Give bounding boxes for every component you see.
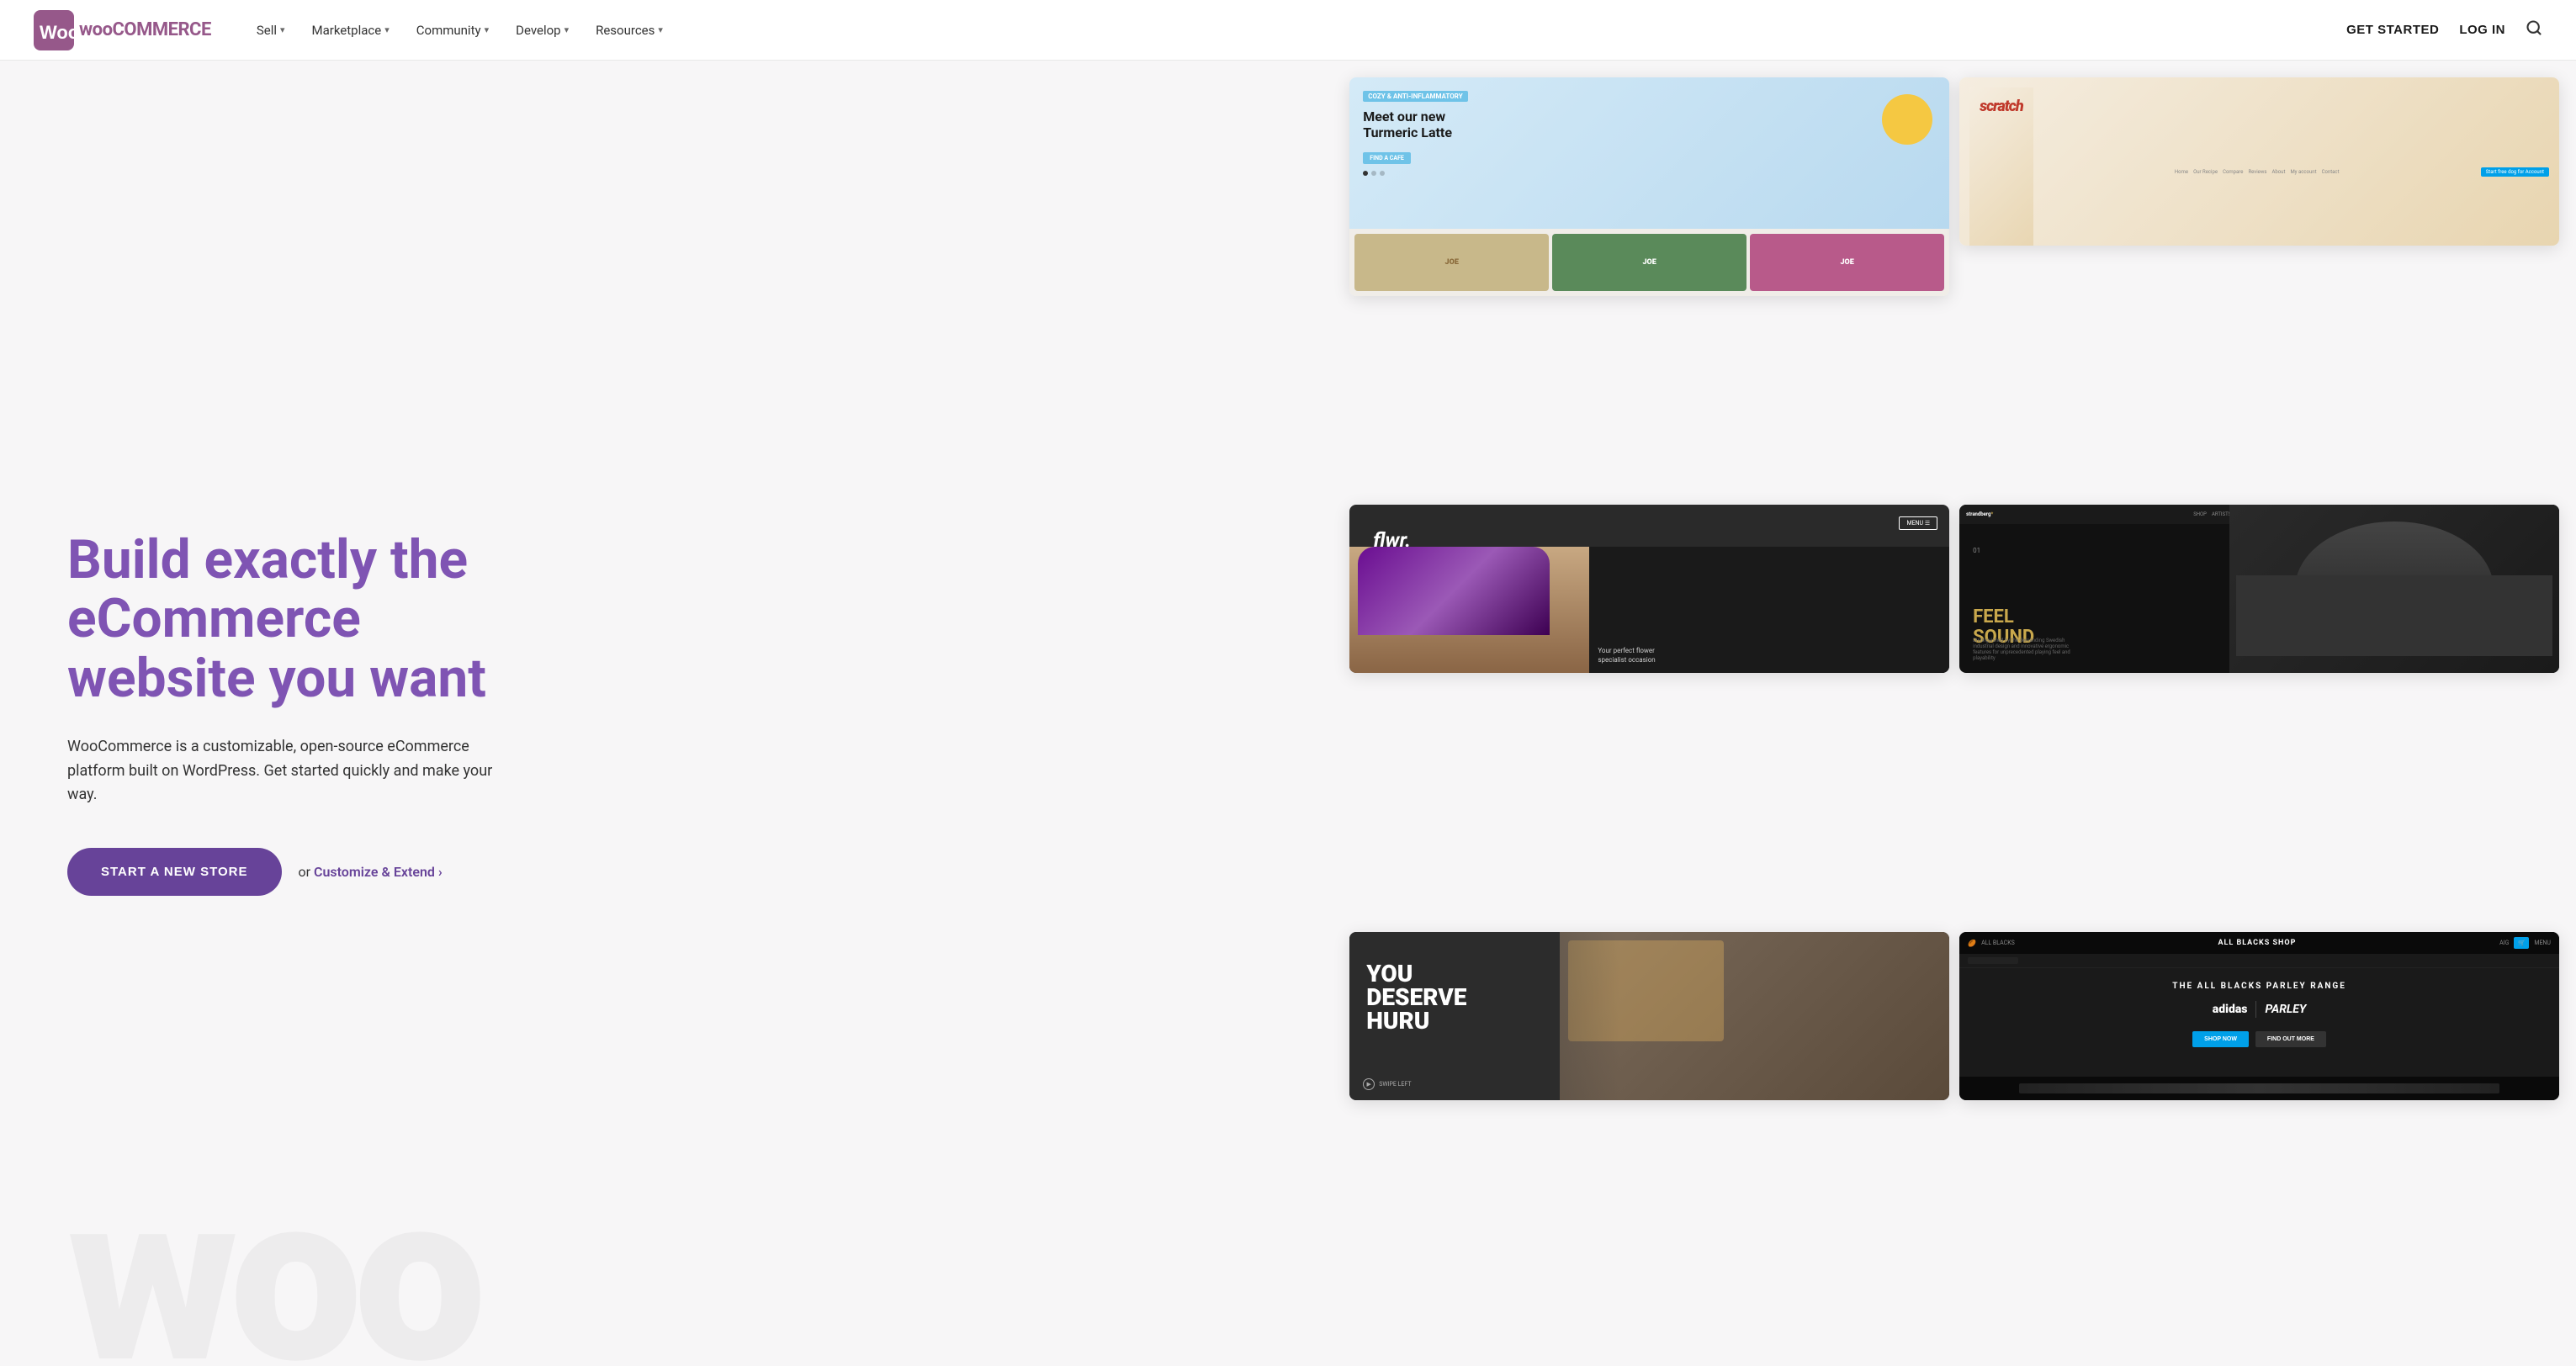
- screenshot-allblacks[interactable]: 🏉 ALL BLACKS ALL BLACKS SHOP AIG 🛒 MENU: [1959, 932, 2559, 1100]
- screenshot-turmeric[interactable]: COZY & ANTI-INFLAMMATORY Meet our newTur…: [1349, 77, 1949, 296]
- nav-item-sell[interactable]: Sell ▾: [245, 16, 297, 45]
- strandberg-nav-number: 01: [1973, 547, 1980, 554]
- main-nav: Woo wooCOMMERCE Sell ▾ Marketplace ▾ Com…: [0, 0, 2576, 61]
- nav-links: Sell ▾ Marketplace ▾ Community ▾ Develop…: [245, 16, 2346, 45]
- divider: [2255, 1001, 2256, 1018]
- find-out-more-button[interactable]: FIND OUT MORE: [2255, 1031, 2326, 1047]
- get-started-button[interactable]: GET STARTED: [2346, 23, 2439, 37]
- hero-subtitle: WooCommerce is a customizable, open-sour…: [67, 735, 505, 807]
- scratch-trial-btn[interactable]: Start free dog for Account: [2481, 167, 2549, 177]
- dot-3: [1380, 171, 1385, 176]
- allblacks-shop-title: ALL BLACKS SHOP: [2218, 939, 2296, 947]
- hero-watermark: woo: [67, 1141, 478, 1366]
- search-button[interactable]: [2526, 19, 2542, 41]
- nav-item-develop[interactable]: Develop ▾: [504, 16, 580, 45]
- chevron-down-icon: ▾: [485, 24, 490, 35]
- parley-logo: PARLEY: [2265, 1003, 2306, 1016]
- nav-item-resources[interactable]: Resources ▾: [584, 16, 675, 45]
- huru-swipe: ▶ SWIPE LEFT: [1363, 1078, 1411, 1090]
- screenshot-scratch[interactable]: scratch HomeOur RecipeCompareReviewsAbou…: [1959, 77, 2559, 246]
- find-cafe-button[interactable]: FIND A CAFE: [1363, 152, 1411, 164]
- hero-screenshots: COZY & ANTI-INFLAMMATORY Meet our newTur…: [1339, 61, 2576, 1366]
- shop-now-button[interactable]: SHOP NOW: [2192, 1031, 2249, 1047]
- scratch-logo: scratch: [1969, 87, 2033, 246]
- flwr-image: Your perfect flowerspecialist occasion: [1349, 547, 1949, 673]
- svg-text:Woo: Woo: [40, 22, 74, 43]
- login-button[interactable]: LOG IN: [2459, 23, 2505, 37]
- chevron-down-icon: ▾: [384, 24, 390, 35]
- allblacks-buttons: SHOP NOW FIND OUT MORE: [1959, 1031, 2559, 1047]
- arrow-icon: ›: [438, 864, 443, 880]
- screenshot-flwr[interactable]: flwr. MENU ☰ Your perfect flowerspeciali…: [1349, 505, 1949, 673]
- chevron-down-icon: ▾: [280, 24, 285, 35]
- coffee-bag-1: JOE: [1354, 234, 1549, 291]
- coffee-bag-3: JOE: [1750, 234, 1944, 291]
- screenshot-huru[interactable]: YOUDESERVEHURU ▶ SWIPE LEFT: [1349, 932, 1949, 1100]
- play-icon: ▶: [1363, 1078, 1375, 1090]
- cart-icon[interactable]: 🛒: [2514, 937, 2529, 949]
- bowl-icon: [1882, 94, 1932, 145]
- coffee-bag-2: JOE: [1552, 234, 1746, 291]
- allblacks-logos: adidas PARLEY: [1959, 1001, 2559, 1018]
- chevron-down-icon: ▾: [658, 24, 663, 35]
- hero-section: Build exactly the eCommerce website you …: [0, 61, 2576, 1366]
- hero-left: Build exactly the eCommerce website you …: [0, 61, 1339, 1366]
- nav-actions: GET STARTED LOG IN: [2346, 19, 2542, 41]
- allblacks-header: 🏉 ALL BLACKS ALL BLACKS SHOP AIG 🛒 MENU: [1959, 932, 2559, 954]
- logo-text: wooCOMMERCE: [79, 19, 211, 40]
- nav-item-community[interactable]: Community ▾: [405, 16, 501, 45]
- adidas-logo: adidas: [2213, 1003, 2248, 1016]
- customize-extend-link[interactable]: Customize & Extend ›: [314, 864, 443, 880]
- allblacks-tagline: THE ALL BLACKS PARLEY RANGE: [1959, 982, 2559, 991]
- hero-cta: START A NEW STORE or Customize & Extend …: [67, 848, 1289, 896]
- allblacks-subnav: [1959, 954, 2559, 968]
- start-store-button[interactable]: START A NEW STORE: [67, 848, 282, 896]
- strandberg-person: [2229, 505, 2559, 673]
- dot-1: [1363, 171, 1368, 176]
- turmeric-tag: COZY & ANTI-INFLAMMATORY: [1363, 91, 1467, 102]
- allblacks-footer-strip: [1959, 1077, 2559, 1100]
- turmeric-title: Meet our newTurmeric Latte: [1363, 109, 1936, 140]
- logo-link[interactable]: Woo wooCOMMERCE: [34, 10, 211, 50]
- flwr-menu[interactable]: MENU ☰: [1899, 516, 1937, 530]
- strandberg-tagline: Distinguished by the demanding Swedish i…: [1973, 638, 2074, 661]
- screenshot-strandberg[interactable]: strandberg* SHOPARTISTSMAGAZINEDEALERSSU…: [1959, 505, 2559, 673]
- scratch-nav: HomeOur RecipeCompareReviewsAboutMy acco…: [2175, 169, 2340, 175]
- nav-item-marketplace[interactable]: Marketplace ▾: [300, 16, 401, 45]
- search-icon: [2526, 19, 2542, 36]
- dot-2: [1371, 171, 1376, 176]
- huru-headline: YOUDESERVEHURU: [1366, 962, 1466, 1033]
- woo-logo-icon: Woo: [34, 10, 74, 50]
- chevron-down-icon: ▾: [564, 24, 570, 35]
- cta-secondary-text: or Customize & Extend ›: [299, 864, 443, 880]
- hero-title: Build exactly the eCommerce website you …: [67, 531, 538, 708]
